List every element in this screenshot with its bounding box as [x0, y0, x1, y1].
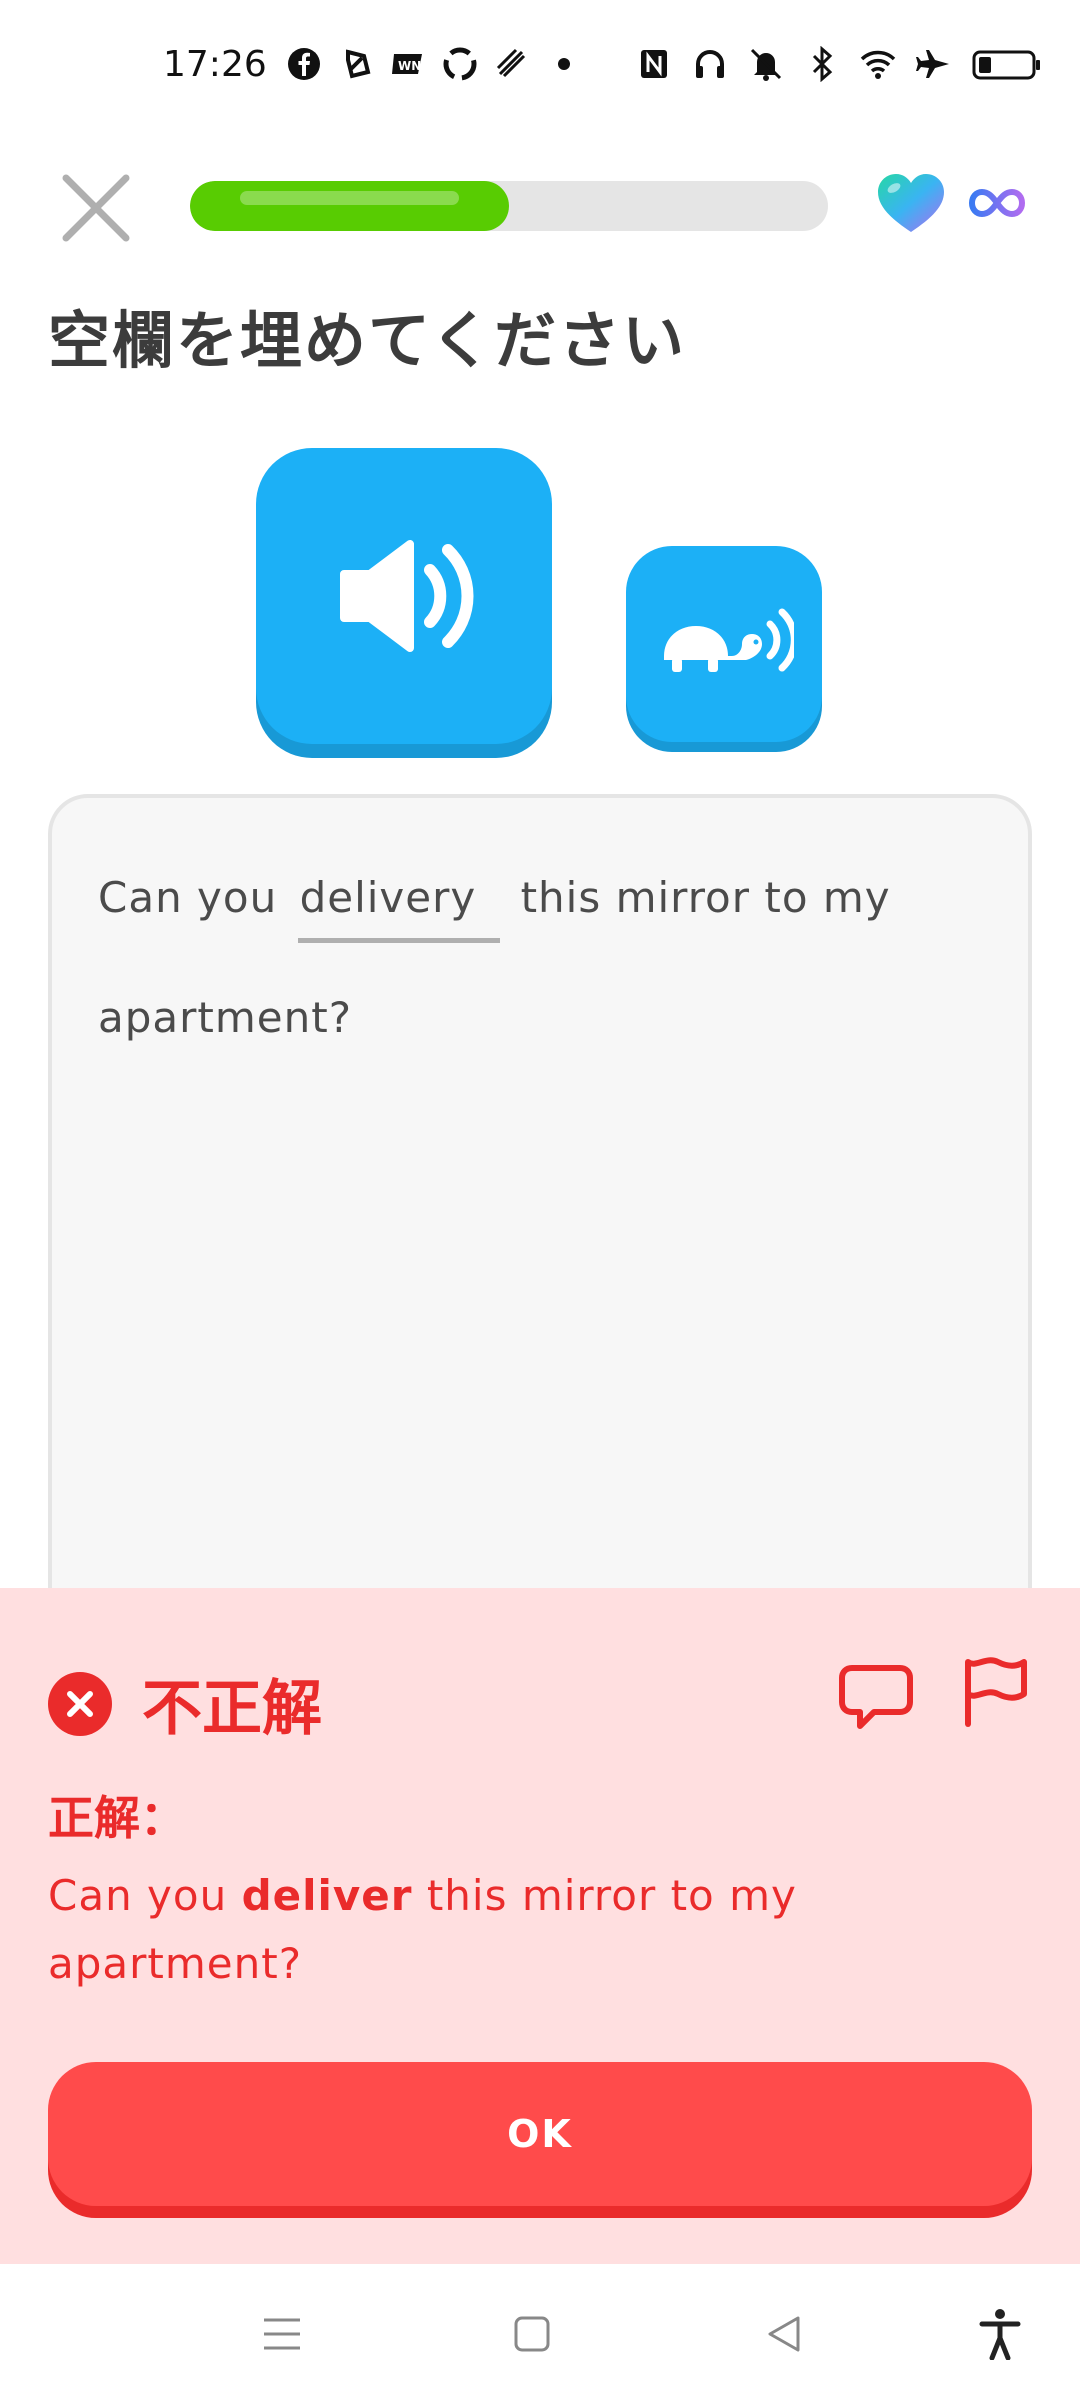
play-slow-audio-button[interactable]	[626, 546, 822, 742]
accessibility-icon	[979, 2309, 1021, 2360]
sentence-before: Can you	[98, 873, 278, 922]
answer-blank-input[interactable]: delivery	[297, 858, 501, 943]
nav-back-button[interactable]	[754, 2304, 814, 2364]
answer-highlight: deliver	[241, 1871, 413, 1920]
close-button[interactable]	[54, 166, 138, 250]
sentence-after: this mirror to my	[520, 873, 891, 922]
progress-shine	[240, 191, 459, 205]
turtle-icon	[664, 608, 794, 672]
system-icons	[636, 46, 1042, 82]
feedback-title: 不正解	[142, 1674, 322, 1744]
heart-icon[interactable]	[876, 172, 946, 234]
sentence-line2: apartment?	[98, 993, 353, 1042]
close-icon	[62, 174, 130, 242]
correct-answer-text: Can you deliver this mirror to my apartm…	[48, 1862, 908, 1998]
ok-button[interactable]: OK	[48, 2062, 1032, 2206]
progress-fill	[190, 181, 509, 231]
lesson-progress-bar	[190, 181, 828, 231]
grid-icon	[494, 46, 530, 82]
speaker-icon	[340, 540, 474, 652]
notification-icons: WN	[286, 46, 582, 82]
home-square-icon	[514, 2316, 550, 2352]
dot-icon	[546, 46, 582, 82]
facebook-icon	[286, 46, 322, 82]
menu-icon	[264, 2318, 300, 2350]
report-flag-icon[interactable]	[958, 1654, 1034, 1730]
answer-before: Can you	[48, 1871, 242, 1920]
mute-icon	[748, 46, 784, 82]
status-time: 17:26	[163, 44, 267, 85]
nfc-icon	[636, 46, 672, 82]
svg-text:WN: WN	[398, 59, 421, 73]
battery-icon	[972, 46, 1042, 82]
comment-icon[interactable]	[838, 1658, 914, 1734]
wn-icon: WN	[390, 46, 426, 82]
back-triangle-icon	[768, 2316, 800, 2352]
nav-home-button[interactable]	[502, 2304, 562, 2364]
correct-answer-label: 正解：	[48, 1791, 186, 1845]
incorrect-icon	[48, 1672, 112, 1736]
bluetooth-icon	[804, 46, 840, 82]
nav-menu-button[interactable]	[252, 2304, 312, 2364]
swirl-icon	[442, 46, 478, 82]
sentence: Can you delivery this mirror to my apart…	[98, 838, 978, 1078]
play-audio-button[interactable]	[256, 448, 552, 744]
headphones-icon	[692, 46, 728, 82]
airplane-icon	[916, 46, 952, 82]
system-nav-bar	[0, 2264, 1080, 2400]
sentence-card: Can you delivery this mirror to my apart…	[48, 794, 1032, 1694]
wifi-icon	[860, 46, 896, 82]
nav-accessibility-button[interactable]	[970, 2304, 1030, 2364]
app-icon	[338, 46, 374, 82]
ok-button-label: OK	[507, 2112, 573, 2156]
status-bar: 17:26 WN	[0, 0, 1080, 140]
infinity-icon	[968, 188, 1026, 218]
page-title: 空欄を埋めてください	[48, 304, 687, 377]
